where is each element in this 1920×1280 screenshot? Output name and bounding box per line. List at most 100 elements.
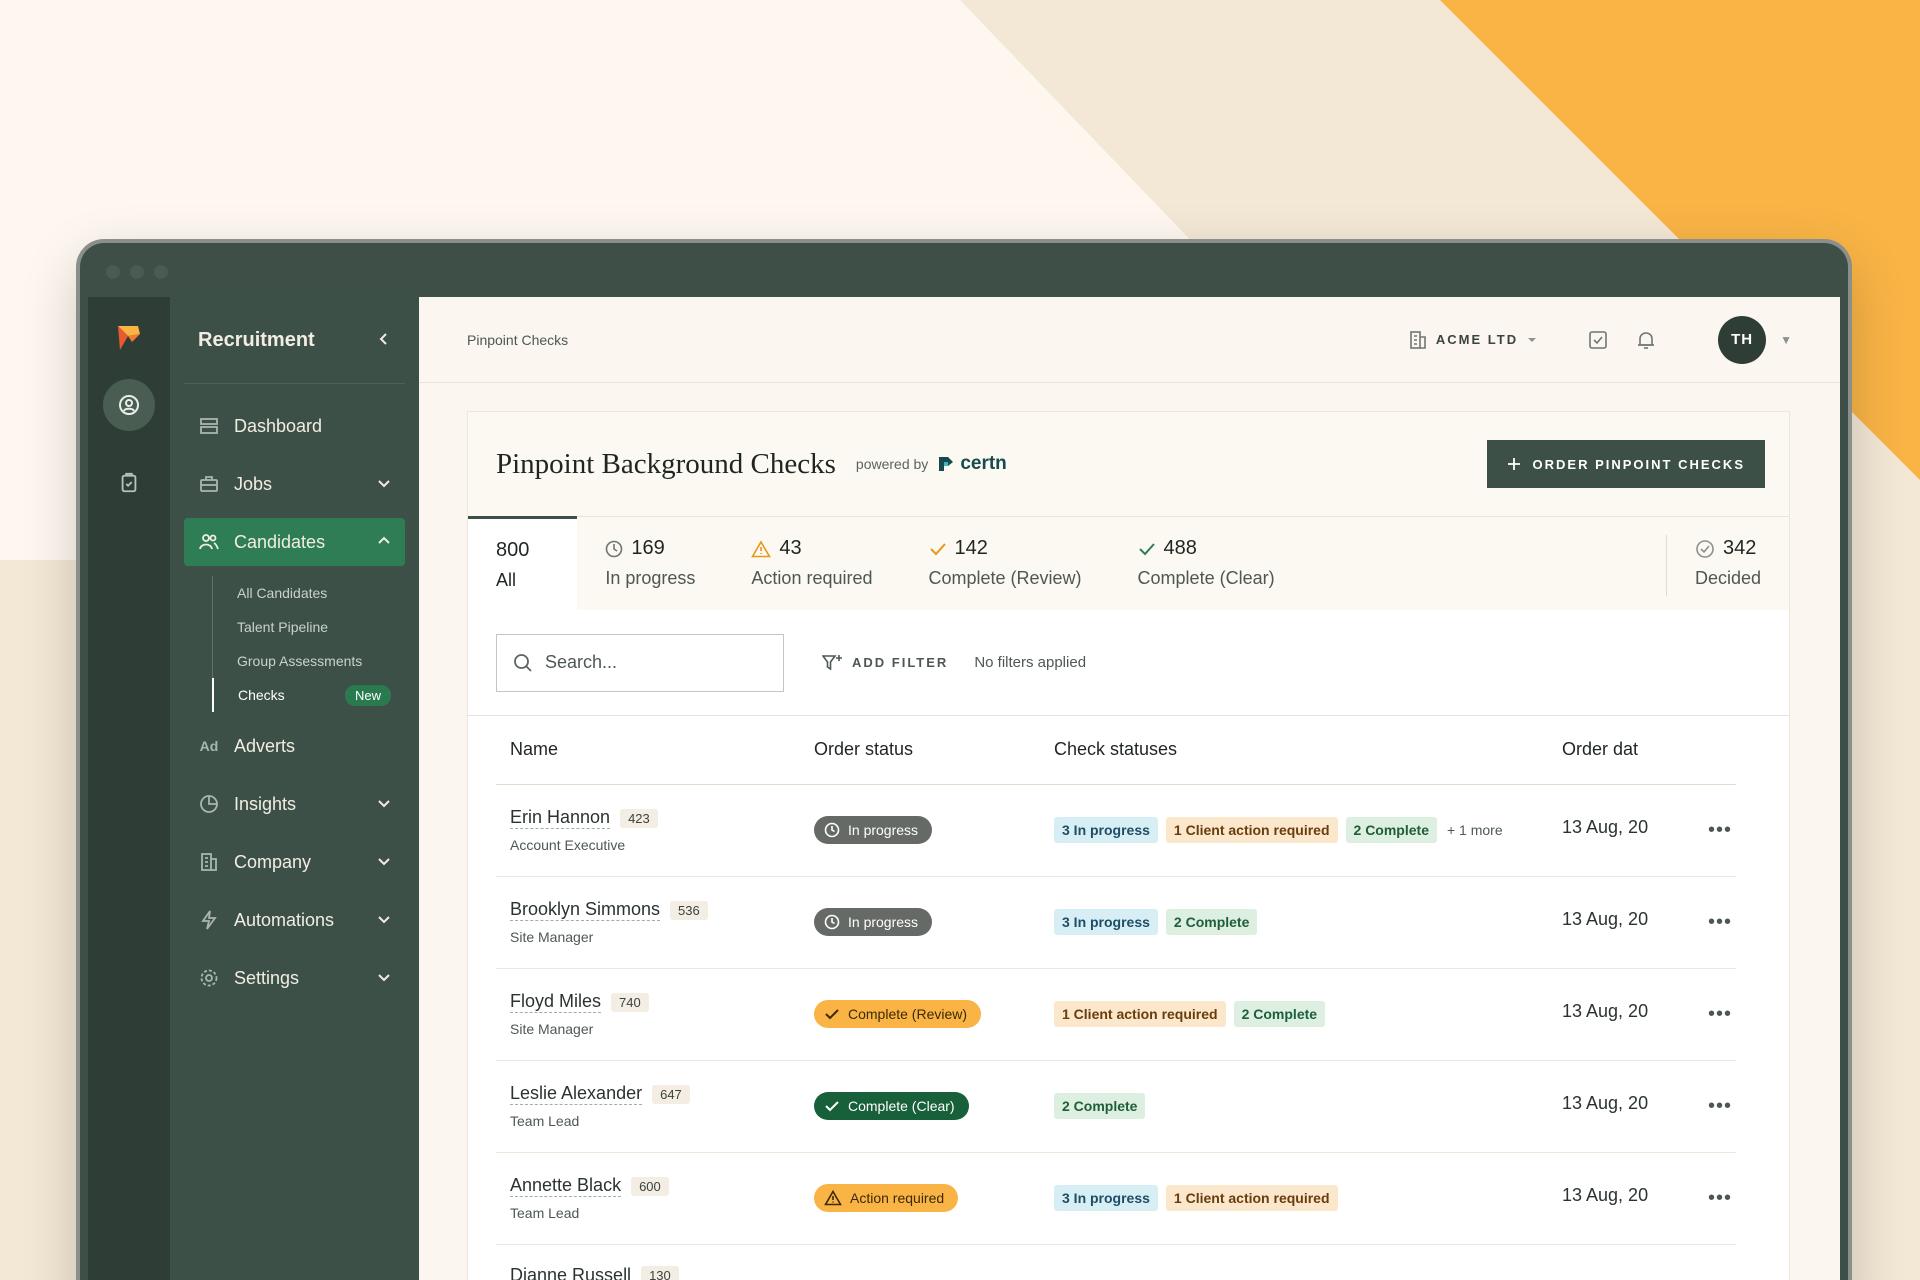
tab-in-progress[interactable]: 169 In progress bbox=[577, 517, 723, 610]
sidebar-item-candidates[interactable]: Candidates bbox=[184, 518, 405, 566]
check-status-chip: 2 Complete bbox=[1054, 1093, 1146, 1119]
dashboard-icon bbox=[198, 415, 220, 437]
sidebar-item-settings[interactable]: Settings bbox=[184, 954, 405, 1002]
window-dot[interactable] bbox=[106, 265, 120, 279]
tab-label: Complete (Clear) bbox=[1137, 568, 1275, 588]
page-title: Pinpoint Background Checks bbox=[496, 447, 836, 480]
order-status-label: Complete (Clear) bbox=[848, 1098, 955, 1114]
submenu-item-talent-pipeline[interactable]: Talent Pipeline bbox=[213, 610, 405, 644]
column-header-order-status[interactable]: Order status bbox=[814, 716, 1054, 785]
browser-window: Recruitment Dashboard Jobs Candidates Al… bbox=[80, 243, 1848, 1280]
window-dot[interactable] bbox=[130, 265, 144, 279]
candidate-name-link[interactable]: Dianne Russell bbox=[510, 1265, 631, 1280]
submenu-item-checks[interactable]: Checks New bbox=[212, 678, 405, 712]
tab-action-required[interactable]: 43 Action required bbox=[723, 517, 900, 610]
tab-complete-review[interactable]: 142 Complete (Review) bbox=[901, 517, 1110, 610]
button-label: ORDER PINPOINT CHECKS bbox=[1532, 456, 1745, 472]
search-icon bbox=[514, 653, 532, 672]
check-icon bbox=[929, 542, 946, 555]
table-row[interactable]: Floyd Miles 740 Site Manager Complete (Rev… bbox=[496, 968, 1736, 1061]
row-more-menu-icon[interactable]: ••• bbox=[1708, 1187, 1732, 1209]
bell-icon[interactable] bbox=[1626, 329, 1666, 351]
sidebar-item-label: Insights bbox=[234, 793, 297, 814]
check-status-chip: 2 Complete bbox=[1233, 1001, 1326, 1027]
tab-count: 488 bbox=[1163, 537, 1197, 559]
certn-mark-icon bbox=[939, 457, 954, 471]
candidate-search-icon[interactable] bbox=[103, 379, 155, 431]
table-row[interactable]: Annette Black 600 Team Lead Action require… bbox=[496, 1152, 1736, 1245]
row-more-menu-icon[interactable]: ••• bbox=[1708, 819, 1732, 841]
user-avatar[interactable]: TH bbox=[1718, 315, 1767, 364]
app-screen: Recruitment Dashboard Jobs Candidates Al… bbox=[88, 297, 1840, 1280]
order-status-pill: Complete (Review) bbox=[814, 1000, 982, 1028]
candidate-name-link[interactable]: Leslie Alexander bbox=[510, 1083, 643, 1105]
order-pinpoint-checks-button[interactable]: ORDER PINPOINT CHECKS bbox=[1486, 440, 1765, 488]
filter-plus-icon bbox=[822, 654, 842, 670]
search-input[interactable] bbox=[545, 652, 745, 673]
candidate-name-link[interactable]: Brooklyn Simmons bbox=[510, 899, 661, 921]
collapse-sidebar-chevron-left-icon[interactable] bbox=[377, 329, 391, 352]
breadcrumb[interactable]: Pinpoint Checks bbox=[467, 332, 1408, 348]
row-more-menu-icon[interactable]: ••• bbox=[1708, 1003, 1732, 1025]
submenu-item-all-candidates[interactable]: All Candidates bbox=[213, 576, 405, 610]
tab-decided[interactable]: 342 Decided bbox=[1667, 517, 1789, 610]
table-row[interactable]: Dianne Russell 130 bbox=[496, 1244, 1736, 1280]
sidebar-item-label: Candidates bbox=[234, 531, 326, 552]
order-date: 13 Aug, 20 bbox=[1562, 909, 1649, 929]
check-status-chip: 3 In progress bbox=[1054, 817, 1158, 843]
candidate-name-link[interactable]: Erin Hannon bbox=[510, 807, 611, 829]
chevron-up-icon bbox=[377, 532, 391, 553]
sidebar-header: Recruitment bbox=[184, 297, 405, 384]
tab-count: 169 bbox=[631, 537, 665, 559]
column-header-name[interactable]: Name bbox=[496, 716, 814, 785]
organization-switcher[interactable]: ACME LTD bbox=[1408, 330, 1538, 350]
sidebar-item-company[interactable]: Company bbox=[184, 838, 405, 886]
sidebar-nav: Dashboard Jobs Candidates All Candidates… bbox=[184, 384, 405, 1002]
sidebar-item-dashboard[interactable]: Dashboard bbox=[184, 402, 405, 450]
pinpoint-logo-icon[interactable] bbox=[114, 323, 144, 353]
candidate-name-link[interactable]: Annette Black bbox=[510, 1175, 622, 1197]
clock-icon bbox=[606, 540, 623, 557]
row-more-menu-icon[interactable]: ••• bbox=[1708, 1095, 1732, 1117]
filter-status: No filters applied bbox=[974, 654, 1087, 671]
checks-card: Pinpoint Background Checks powered by ce… bbox=[467, 411, 1790, 1280]
filter-bar: ADD FILTER No filters applied bbox=[468, 610, 1789, 716]
tab-label: Action required bbox=[751, 568, 873, 588]
order-date: 13 Aug, 20 bbox=[1562, 817, 1649, 837]
column-header-actions bbox=[1682, 716, 1736, 785]
submenu-item-group-assessments[interactable]: Group Assessments bbox=[213, 644, 405, 678]
table-header-row: Name Order status Check statuses Order d… bbox=[496, 716, 1736, 785]
tab-label: Decided bbox=[1694, 568, 1761, 588]
column-header-check-statuses[interactable]: Check statuses bbox=[1054, 716, 1562, 785]
sidebar-item-jobs[interactable]: Jobs bbox=[184, 460, 405, 508]
candidate-id-badge: 130 bbox=[641, 1266, 679, 1280]
tab-complete-clear[interactable]: 488 Complete (Clear) bbox=[1110, 517, 1303, 610]
sidebar-item-insights[interactable]: Insights bbox=[184, 780, 405, 828]
certn-logo: certn bbox=[936, 453, 1007, 475]
check-icon bbox=[825, 1009, 839, 1020]
add-filter-button[interactable]: ADD FILTER bbox=[822, 653, 948, 673]
candidate-role: Account Executive bbox=[510, 837, 626, 853]
window-dot[interactable] bbox=[154, 265, 168, 279]
caret-down-icon[interactable]: ▼ bbox=[1780, 333, 1792, 347]
sidebar-item-automations[interactable]: Automations bbox=[184, 896, 405, 944]
tasks-checkbox-icon[interactable] bbox=[1578, 329, 1618, 351]
tab-all[interactable]: 800 All bbox=[468, 516, 578, 610]
row-more-menu-icon[interactable]: ••• bbox=[1708, 911, 1732, 933]
table-row[interactable]: Leslie Alexander 647 Team Lead Complete (C… bbox=[496, 1060, 1736, 1153]
check-icon bbox=[1138, 542, 1155, 555]
search-box[interactable] bbox=[496, 633, 784, 692]
table-row[interactable]: Erin Hannon 423 Account Executive In progr… bbox=[496, 784, 1736, 877]
table-row[interactable]: Brooklyn Simmons 536 Site Manager In progr… bbox=[496, 876, 1736, 969]
check-status-chip: 3 In progress bbox=[1054, 909, 1158, 935]
column-header-order-date[interactable]: Order dat bbox=[1562, 716, 1682, 785]
check-status-chip: 1 Client action required bbox=[1165, 817, 1338, 843]
more-checks-link[interactable]: + 1 more bbox=[1447, 822, 1503, 838]
check-status-chip: 1 Client action required bbox=[1054, 1001, 1226, 1027]
order-status-label: In progress bbox=[848, 914, 919, 930]
chevron-down-icon bbox=[377, 852, 391, 873]
sidebar-item-adverts[interactable]: Ad Adverts bbox=[184, 722, 405, 770]
clipboard-check-icon[interactable] bbox=[103, 457, 155, 509]
check-status-chip: 3 In progress bbox=[1054, 1185, 1158, 1211]
candidate-name-link[interactable]: Floyd Miles bbox=[510, 991, 602, 1013]
